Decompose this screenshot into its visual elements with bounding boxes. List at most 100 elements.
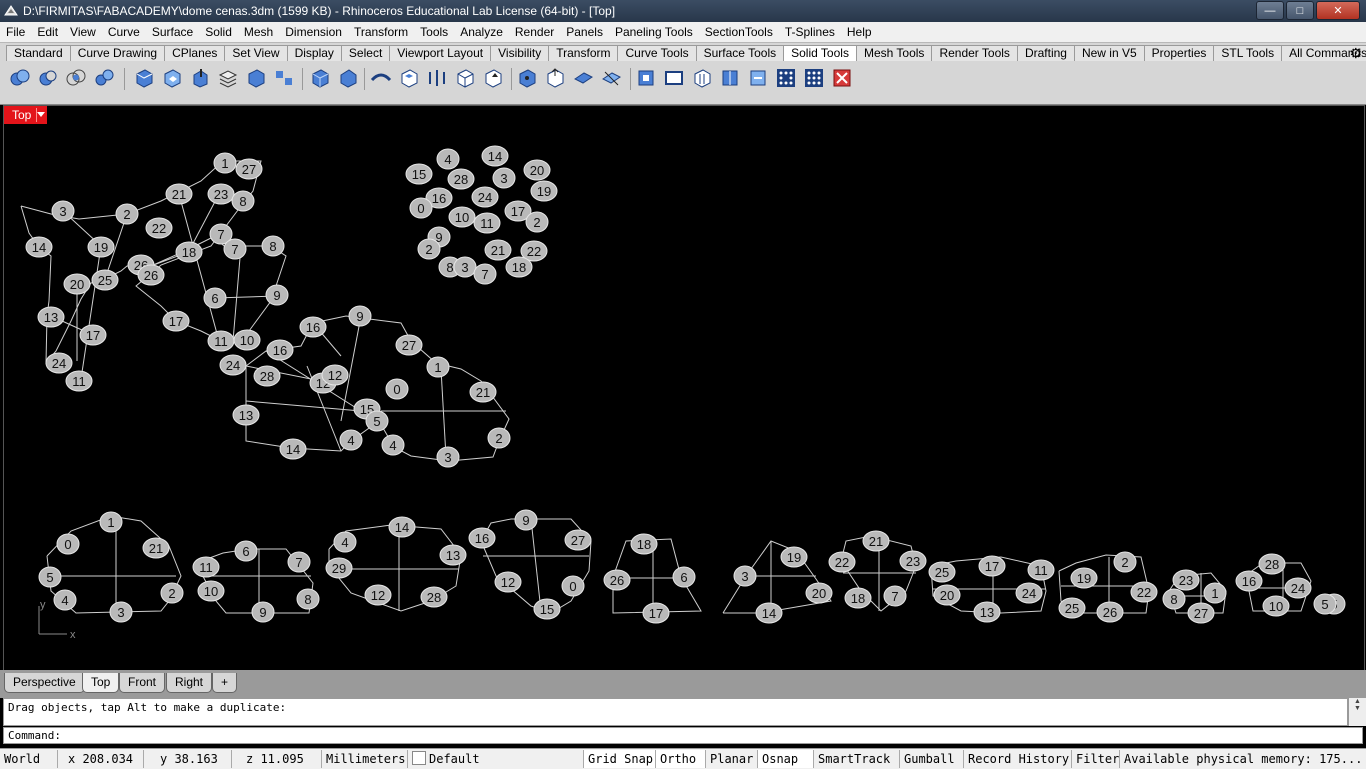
tab-surface-tools[interactable]: Surface Tools bbox=[695, 45, 785, 61]
menu-t-splines[interactable]: T-Splines bbox=[779, 25, 841, 39]
tab-transform[interactable]: Transform bbox=[548, 45, 619, 61]
point-label[interactable]: 3 bbox=[436, 446, 460, 468]
point-label[interactable]: 0 bbox=[56, 533, 80, 555]
point-label[interactable]: 3 bbox=[453, 256, 477, 278]
point-label[interactable]: 2 bbox=[525, 211, 549, 233]
move-untrimmed-face-icon[interactable] bbox=[544, 67, 566, 89]
point-label[interactable]: 3 bbox=[492, 167, 516, 189]
cplane-indicator[interactable]: World bbox=[0, 750, 58, 768]
minimize-button[interactable]: — bbox=[1256, 1, 1284, 20]
menu-mesh[interactable]: Mesh bbox=[238, 25, 279, 39]
point-label[interactable]: 1 bbox=[426, 356, 450, 378]
menu-paneling-tools[interactable]: Paneling Tools bbox=[609, 25, 699, 39]
point-label[interactable]: 7 bbox=[473, 263, 497, 285]
menu-edit[interactable]: Edit bbox=[31, 25, 64, 39]
point-label[interactable]: 1 bbox=[213, 152, 237, 174]
point-label[interactable]: 2 bbox=[160, 582, 184, 604]
point-label[interactable]: 24 bbox=[1284, 577, 1312, 599]
gear-icon[interactable]: ⚙ bbox=[1349, 45, 1362, 62]
merge-edge-icon[interactable] bbox=[747, 67, 769, 89]
point-label[interactable]: 28 bbox=[447, 168, 475, 190]
point-label[interactable]: 28 bbox=[420, 586, 448, 608]
point-label[interactable]: 19 bbox=[87, 236, 115, 258]
point-label[interactable]: 4 bbox=[333, 531, 357, 553]
point-label[interactable]: 12 bbox=[364, 584, 392, 606]
menu-solid[interactable]: Solid bbox=[199, 25, 238, 39]
point-label[interactable]: 11 bbox=[65, 370, 93, 392]
point-label[interactable]: 7 bbox=[223, 238, 247, 260]
select-points-icon[interactable] bbox=[775, 67, 797, 89]
point-label[interactable]: 17 bbox=[162, 310, 190, 332]
point-label[interactable]: 10 bbox=[197, 580, 225, 602]
point-label[interactable]: 12 bbox=[321, 364, 349, 386]
extract-surface-icon[interactable] bbox=[161, 67, 183, 89]
point-label[interactable]: 21 bbox=[469, 381, 497, 403]
point-label[interactable]: 17 bbox=[978, 555, 1006, 577]
point-label[interactable]: 21 bbox=[142, 537, 170, 559]
point-label[interactable]: 2 bbox=[1113, 551, 1137, 573]
point-label[interactable]: 13 bbox=[232, 404, 260, 426]
move-edge-icon[interactable] bbox=[516, 67, 538, 89]
maximize-button[interactable]: □ bbox=[1286, 1, 1314, 20]
point-label[interactable]: 21 bbox=[165, 183, 193, 205]
point-label[interactable]: 10 bbox=[233, 329, 261, 351]
point-label[interactable]: 28 bbox=[253, 365, 281, 387]
solid-box-icon[interactable] bbox=[245, 67, 267, 89]
point-label[interactable]: 19 bbox=[780, 546, 808, 568]
point-label[interactable]: 9 bbox=[265, 284, 289, 306]
point-label[interactable]: 16 bbox=[266, 339, 294, 361]
point-label[interactable]: 19 bbox=[1070, 567, 1098, 589]
osnap-toggle[interactable]: Osnap bbox=[758, 750, 814, 768]
point-label[interactable]: 8 bbox=[261, 235, 285, 257]
point-label[interactable]: 6 bbox=[672, 566, 696, 588]
point-label[interactable]: 6 bbox=[203, 287, 227, 309]
point-label[interactable]: 18 bbox=[505, 256, 533, 278]
point-label[interactable]: 8 bbox=[1162, 588, 1186, 610]
point-label[interactable]: 3 bbox=[109, 601, 133, 623]
point-label[interactable]: 20 bbox=[933, 584, 961, 606]
point-label[interactable]: 8 bbox=[296, 588, 320, 610]
rebuild-edges-icon[interactable] bbox=[691, 67, 713, 89]
tab-perspective[interactable]: Perspective bbox=[4, 673, 85, 693]
point-label[interactable]: 23 bbox=[207, 183, 235, 205]
point-label[interactable]: 14 bbox=[755, 602, 783, 624]
point-label[interactable]: 12 bbox=[494, 571, 522, 593]
top-viewport[interactable]: 1 27 21 23 8 3 2 22 14 19 7 7 18 8 26 26 20 25 6 9 13 17 17 11 1… bbox=[3, 105, 1365, 672]
rhino-app-icon[interactable] bbox=[3, 3, 19, 19]
point-label[interactable]: 24 bbox=[471, 186, 499, 208]
add-view-tab-button[interactable]: + bbox=[212, 673, 238, 693]
gumball-toggle[interactable]: Gumball bbox=[900, 750, 964, 768]
menu-help[interactable]: Help bbox=[841, 25, 878, 39]
point-label[interactable]: 24 bbox=[1015, 582, 1043, 604]
point-label[interactable]: 27 bbox=[235, 158, 263, 180]
menu-file[interactable]: File bbox=[0, 25, 31, 39]
filter-toggle[interactable]: Filter bbox=[1072, 750, 1120, 768]
point-label[interactable]: 19 bbox=[530, 180, 558, 202]
point-label[interactable]: 11 bbox=[192, 556, 220, 578]
point-label[interactable]: 16 bbox=[1235, 570, 1263, 592]
rotate-face-icon[interactable] bbox=[572, 67, 594, 89]
grid-snap-toggle[interactable]: Grid Snap bbox=[584, 750, 656, 768]
tab-display[interactable]: Display bbox=[286, 45, 342, 61]
command-line[interactable]: Command: bbox=[3, 727, 1363, 744]
layer-indicator[interactable]: Default bbox=[408, 750, 584, 768]
point-label[interactable]: 17 bbox=[642, 602, 670, 624]
tab-right[interactable]: Right bbox=[166, 673, 213, 693]
point-label[interactable]: 13 bbox=[973, 601, 1001, 623]
point-label[interactable]: 4 bbox=[339, 429, 363, 451]
menu-tools[interactable]: Tools bbox=[414, 25, 454, 39]
tab-properties[interactable]: Properties bbox=[1143, 45, 1215, 61]
point-label[interactable]: 28 bbox=[1258, 553, 1286, 575]
point-label[interactable]: 2 bbox=[487, 427, 511, 449]
point-label[interactable]: 27 bbox=[1187, 602, 1215, 624]
boolean-difference-icon[interactable] bbox=[37, 67, 59, 89]
tab-stl-tools[interactable]: STL Tools bbox=[1213, 45, 1283, 61]
cap-planar-holes-icon[interactable] bbox=[133, 67, 155, 89]
point-label[interactable]: 20 bbox=[805, 582, 833, 604]
smarttrack-toggle[interactable]: SmartTrack bbox=[814, 750, 900, 768]
fillet-edge-icon[interactable] bbox=[309, 67, 331, 89]
point-label[interactable]: 25 bbox=[91, 269, 119, 291]
chamfer-edge-icon[interactable] bbox=[337, 67, 359, 89]
point-label[interactable]: 0 bbox=[385, 378, 409, 400]
point-label[interactable]: 9 bbox=[514, 509, 538, 531]
